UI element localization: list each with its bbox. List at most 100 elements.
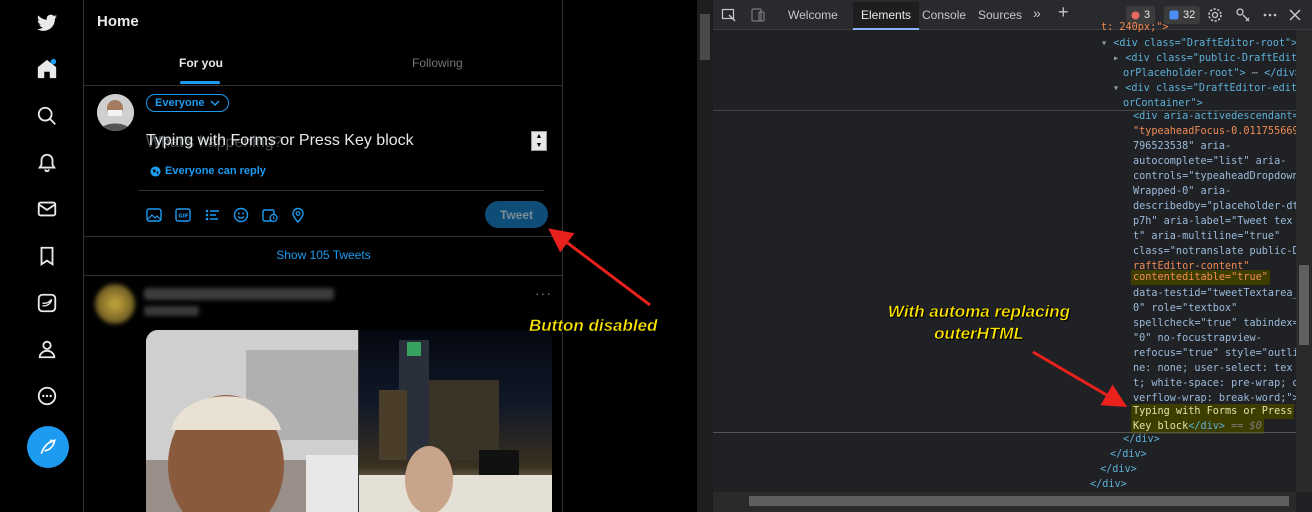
code-line-contenteditable[interactable]: contenteditable="true" — [1131, 270, 1270, 285]
settings-gear-icon[interactable] — [1207, 7, 1223, 23]
device-toolbar-icon[interactable] — [750, 7, 766, 23]
code-line[interactable]: t: 240px;"> — [1101, 20, 1168, 35]
reply-setting-label: Everyone can reply — [165, 165, 266, 177]
code-line[interactable]: describedby="placeholder-dt — [1133, 199, 1299, 214]
code-line[interactable]: ▾ <div class="DraftEditor-root"> — [1101, 36, 1297, 51]
poll-icon[interactable] — [204, 207, 220, 223]
code-line[interactable]: </div> — [1090, 477, 1127, 492]
close-devtools-icon[interactable] — [1287, 7, 1303, 23]
selected-close-tag: </div> — [1188, 421, 1226, 432]
notifications-icon[interactable] — [34, 150, 60, 176]
code-line[interactable]: </div> — [1123, 432, 1160, 447]
dom-tree[interactable]: t: 240px;"> ▾ <div class="DraftEditor-ro… — [713, 22, 1301, 492]
tweet-button[interactable]: Tweet — [485, 201, 548, 228]
divider — [84, 85, 563, 86]
home-timeline: Home For you Following Everyone What's h… — [84, 0, 563, 512]
issues-icon — [1169, 10, 1179, 20]
page-scrollbar[interactable] — [697, 0, 713, 512]
inspect-element-icon[interactable] — [721, 7, 737, 23]
avatar[interactable] — [97, 94, 134, 131]
code-line[interactable]: "typeaheadFocus-0.011755669 — [1133, 124, 1299, 139]
code-line[interactable]: orPlaceholder-root"> ⋯ </div> — [1123, 66, 1301, 81]
horizontal-scrollbar-thumb[interactable] — [749, 496, 1289, 506]
schedule-icon[interactable] — [262, 207, 278, 223]
post-photo-left — [146, 330, 358, 512]
code-line[interactable]: </div> — [1110, 447, 1147, 462]
code-line[interactable]: 796523538" aria- — [1133, 139, 1231, 154]
issues-badge[interactable]: 32 — [1164, 6, 1201, 24]
code-line[interactable]: 0" role="textbox" — [1133, 301, 1237, 316]
post-media[interactable] — [146, 330, 552, 512]
post-author-avatar[interactable] — [95, 284, 135, 324]
code-line[interactable]: autocomplete="list" aria- — [1133, 154, 1286, 169]
annotation-automa-outerhtml: With automa replacing outerHTML — [864, 301, 1094, 345]
twitter-blue-icon[interactable] — [34, 290, 60, 316]
twitter-logo-icon[interactable] — [34, 10, 60, 36]
selected-text-node-line-1[interactable]: Typing with Forms or Press — [1131, 404, 1295, 419]
code-line[interactable]: refocus="true" style="outli — [1133, 346, 1299, 361]
emoji-icon[interactable] — [233, 207, 249, 223]
tab-elements[interactable]: Elements — [853, 2, 920, 30]
add-tab-icon[interactable]: + — [1058, 2, 1069, 23]
nav-rail — [0, 0, 84, 512]
messages-icon[interactable] — [34, 196, 60, 222]
tab-for-you[interactable]: For you — [179, 56, 223, 70]
vertical-scrollbar-thumb[interactable] — [1299, 265, 1309, 345]
spinner-control[interactable]: ▲ ▼ — [531, 131, 547, 151]
divider — [138, 190, 544, 191]
chevron-down-icon — [210, 100, 220, 107]
audience-selector[interactable]: Everyone — [146, 94, 229, 112]
code-line[interactable]: t; white-space: pre-wrap; o — [1133, 376, 1299, 391]
code-line[interactable]: ▸ <div class="public-DraftEdit — [1113, 51, 1297, 66]
code-line[interactable]: spellcheck="true" tabindex= — [1133, 316, 1299, 331]
post-more-button[interactable]: ··· — [535, 285, 552, 301]
more-icon[interactable] — [34, 383, 60, 409]
issues-count: 32 — [1183, 9, 1196, 21]
code-line[interactable]: <div aria-activedescendant= — [1133, 109, 1299, 124]
code-line[interactable]: </div> — [1100, 462, 1137, 477]
code-line[interactable]: data-testid="tweetTextarea_ — [1133, 286, 1299, 301]
location-icon[interactable] — [290, 207, 306, 223]
annotation-line-1: With automa replacing — [887, 302, 1071, 321]
compose-tweet-icon — [40, 439, 56, 454]
selected-marker: == $0 — [1231, 421, 1262, 432]
show-new-tweets-link[interactable]: Show 105 Tweets — [84, 248, 563, 262]
tab-sources[interactable]: Sources — [978, 8, 1022, 22]
twitter-window: Home For you Following Everyone What's h… — [0, 0, 700, 512]
tab-following[interactable]: Following — [412, 56, 463, 70]
profile-icon[interactable] — [34, 336, 60, 362]
more-tabs-icon[interactable]: » — [1033, 5, 1041, 21]
code-line[interactable]: p7h" aria-label="Tweet tex — [1133, 214, 1292, 229]
customize-icon[interactable] — [1235, 7, 1251, 23]
error-icon — [1131, 10, 1140, 20]
tab-console[interactable]: Console — [922, 8, 966, 22]
reply-setting[interactable]: Everyone can reply — [150, 165, 266, 177]
selection-divider — [713, 432, 1296, 433]
code-line[interactable]: class="notranslate public-D — [1133, 244, 1299, 259]
code-line[interactable]: controls="typeaheadDropdown — [1133, 169, 1299, 184]
tweet-textbox[interactable]: Typing with Forms or Press Key block — [146, 132, 414, 150]
code-line[interactable]: t" aria-multiline="true" — [1133, 229, 1280, 244]
image-icon[interactable] — [146, 207, 162, 223]
annotation-button-disabled: Button disabled — [529, 316, 658, 335]
tab-welcome[interactable]: Welcome — [788, 8, 838, 22]
audience-label: Everyone — [155, 97, 205, 109]
more-options-icon[interactable] — [1262, 7, 1278, 23]
devtools-panel: Welcome Elements Console Sources » + 3 3… — [713, 0, 1312, 512]
compose-tweet-button[interactable] — [27, 426, 69, 468]
annotation-line-2: outerHTML — [934, 324, 1024, 343]
code-line[interactable]: ▾ <div class="DraftEditor-edit — [1113, 81, 1297, 96]
page-title: Home — [97, 13, 139, 30]
active-tab-indicator — [180, 81, 220, 84]
code-line[interactable]: ne: none; user-select: tex — [1133, 361, 1292, 376]
code-line[interactable]: "0" no-focustrapview- — [1133, 331, 1262, 346]
selected-text: Key block — [1133, 421, 1189, 432]
search-icon[interactable] — [34, 103, 60, 129]
vertical-scrollbar[interactable] — [1296, 30, 1312, 492]
post-text-blurred — [144, 306, 199, 316]
bookmarks-icon[interactable] — [34, 243, 60, 269]
gif-icon[interactable]: GIF — [175, 207, 191, 223]
page-scrollbar-thumb[interactable] — [700, 14, 710, 60]
home-icon[interactable] — [34, 56, 60, 82]
code-line[interactable]: Wrapped-0" aria- — [1133, 184, 1231, 199]
